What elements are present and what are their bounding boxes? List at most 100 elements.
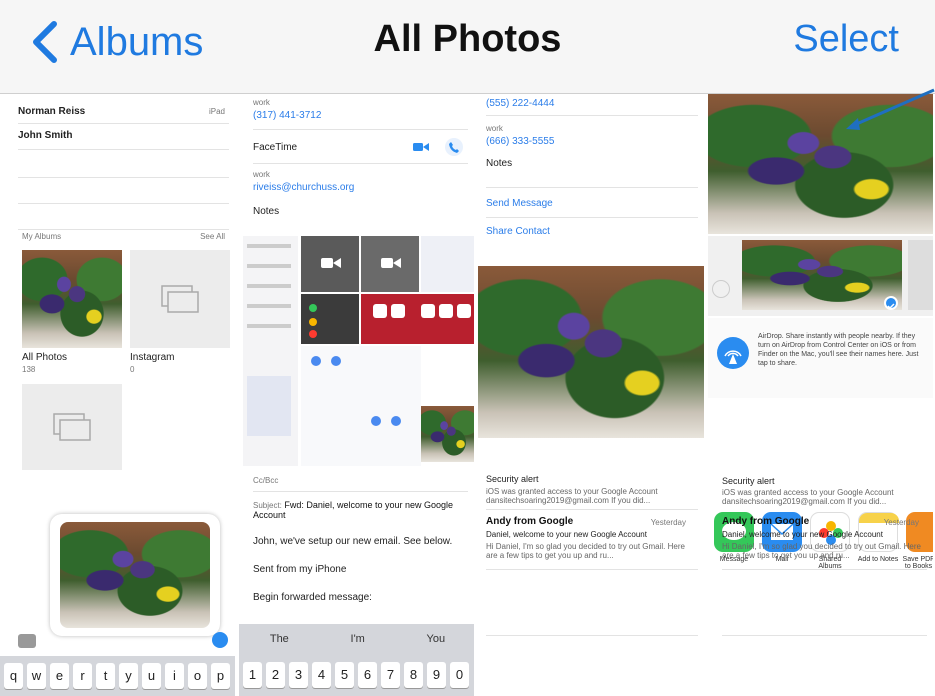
subject-line: Subject: Fwd: Daniel, welcome to your ne… bbox=[253, 500, 463, 520]
key[interactable]: 9 bbox=[427, 662, 446, 688]
facetime-label: FaceTime bbox=[253, 142, 298, 153]
divider bbox=[486, 634, 698, 636]
key[interactable]: y bbox=[119, 663, 138, 689]
checkmark-icon bbox=[884, 296, 898, 310]
suggestion[interactable]: You bbox=[427, 633, 446, 645]
key[interactable]: t bbox=[96, 663, 115, 689]
divider bbox=[486, 216, 698, 218]
photo-grid: Norman Reiss iPad John Smith My Albums S… bbox=[0, 94, 935, 696]
keyboard: q w e r t y u i o p bbox=[0, 656, 235, 696]
mail-time: Yesterday bbox=[883, 518, 919, 527]
key[interactable]: 2 bbox=[266, 662, 285, 688]
video-icon bbox=[301, 236, 359, 292]
divider bbox=[18, 150, 229, 178]
email-address: riveiss@churchuss.org bbox=[253, 182, 355, 193]
contact-row: John Smith bbox=[18, 124, 229, 150]
small-photo bbox=[421, 406, 474, 462]
divider bbox=[722, 634, 927, 636]
key[interactable]: 7 bbox=[381, 662, 400, 688]
phone-number: (317) 441-3712 bbox=[253, 110, 322, 121]
album-cover-photo bbox=[22, 250, 122, 348]
body-line[interactable]: John, we've setup our new email. See bel… bbox=[253, 536, 452, 547]
mail-time: Yesterday bbox=[650, 518, 686, 527]
preview-photo bbox=[60, 522, 210, 628]
back-to-albums-button[interactable]: Albums bbox=[28, 14, 203, 70]
photo-thumbnail-3[interactable]: (555) 222-4444 work (666) 333-5555 Notes… bbox=[478, 94, 706, 696]
mail-sender: Andy from Google bbox=[486, 516, 574, 527]
phone-call-icon bbox=[445, 138, 463, 156]
key[interactable]: 5 bbox=[335, 662, 354, 688]
key[interactable]: 1 bbox=[243, 662, 262, 688]
share-sheet-photos bbox=[708, 236, 933, 316]
airdrop-text: AirDrop. Share instantly with people nea… bbox=[758, 333, 919, 367]
contact-row: Norman Reiss iPad bbox=[18, 98, 229, 124]
photo-thumbnail-2[interactable]: work (317) 441-3712 FaceTime work riveis… bbox=[239, 94, 476, 696]
share-contact-link: Share Contact bbox=[486, 226, 550, 237]
predictive-bar: The I'm You bbox=[239, 624, 474, 654]
notes-label: Notes bbox=[253, 206, 280, 217]
select-button[interactable]: Select bbox=[793, 18, 899, 61]
send-arrow-icon bbox=[212, 632, 228, 648]
mail-preview: Hi Daniel, I'm so glad you decided to tr… bbox=[486, 542, 685, 560]
key[interactable]: 4 bbox=[312, 662, 331, 688]
screen-time-screenshot bbox=[301, 346, 421, 466]
key[interactable]: i bbox=[165, 663, 184, 689]
divider bbox=[18, 204, 229, 230]
phone-number: (666) 333-5555 bbox=[486, 136, 555, 147]
suggestion[interactable]: I'm bbox=[351, 633, 365, 645]
album-stack-icon bbox=[161, 285, 199, 313]
settings-screenshot bbox=[421, 236, 474, 292]
nav-bar: Albums All Photos Select bbox=[0, 0, 935, 94]
phone-label: work bbox=[486, 124, 503, 133]
suggestion[interactable]: The bbox=[270, 633, 289, 645]
back-label: Albums bbox=[70, 19, 204, 64]
alert-title: Security alert bbox=[722, 476, 775, 486]
divider bbox=[722, 568, 927, 570]
mail-preview: Hi Daniel, I'm so glad you decided to tr… bbox=[722, 542, 921, 560]
video-icon bbox=[361, 236, 419, 292]
album-name: Instagram bbox=[130, 352, 175, 363]
key[interactable]: p bbox=[211, 663, 230, 689]
phone-number: (555) 222-4444 bbox=[486, 98, 555, 109]
alert-title: Security alert bbox=[486, 474, 539, 484]
video-call-icon bbox=[413, 140, 429, 154]
selected-photo bbox=[742, 240, 902, 310]
key[interactable]: w bbox=[27, 663, 46, 689]
divider bbox=[486, 568, 698, 570]
keyboard-toggle-icon bbox=[18, 634, 36, 648]
mail-subject: Daniel, welcome to your new Google Accou… bbox=[722, 530, 883, 539]
photo-thumbnail-4[interactable]: AirDrop. Share instantly with people nea… bbox=[708, 94, 935, 696]
key[interactable]: 0 bbox=[450, 662, 469, 688]
album-placeholder bbox=[22, 384, 122, 470]
key[interactable]: o bbox=[188, 663, 207, 689]
key[interactable]: 3 bbox=[289, 662, 308, 688]
key[interactable]: 6 bbox=[358, 662, 377, 688]
album-stack-icon bbox=[53, 413, 91, 441]
subject-label: Subject: bbox=[253, 501, 282, 510]
photo-thumbnail-1[interactable]: Norman Reiss iPad John Smith My Albums S… bbox=[0, 94, 237, 696]
album-count: 138 bbox=[22, 365, 36, 374]
key[interactable]: u bbox=[142, 663, 161, 689]
mail-subject: Daniel, welcome to your new Google Accou… bbox=[486, 530, 647, 539]
airdrop-section: AirDrop. Share instantly with people nea… bbox=[708, 318, 933, 398]
settings-screenshot bbox=[243, 236, 298, 466]
key[interactable]: q bbox=[4, 663, 23, 689]
contact-name: Norman Reiss bbox=[18, 106, 86, 117]
flower-photo bbox=[478, 266, 704, 438]
divider bbox=[253, 490, 468, 492]
cc-label: Cc/Bcc bbox=[253, 476, 279, 485]
annotation-arrow-icon bbox=[846, 88, 935, 130]
key[interactable]: r bbox=[73, 663, 92, 689]
alert-text: iOS was granted access to your Google Ac… bbox=[722, 488, 894, 506]
alert-text: iOS was granted access to your Google Ac… bbox=[486, 487, 658, 505]
album-placeholder bbox=[130, 250, 230, 348]
body-line: Begin forwarded message: bbox=[253, 592, 372, 603]
divider bbox=[486, 114, 698, 116]
key[interactable]: e bbox=[50, 663, 69, 689]
body-line: Sent from my iPhone bbox=[253, 564, 347, 575]
key[interactable]: 8 bbox=[404, 662, 423, 688]
divider bbox=[486, 186, 698, 188]
phone-label: work bbox=[253, 98, 270, 107]
divider bbox=[18, 178, 229, 204]
email-label: work bbox=[253, 170, 270, 179]
